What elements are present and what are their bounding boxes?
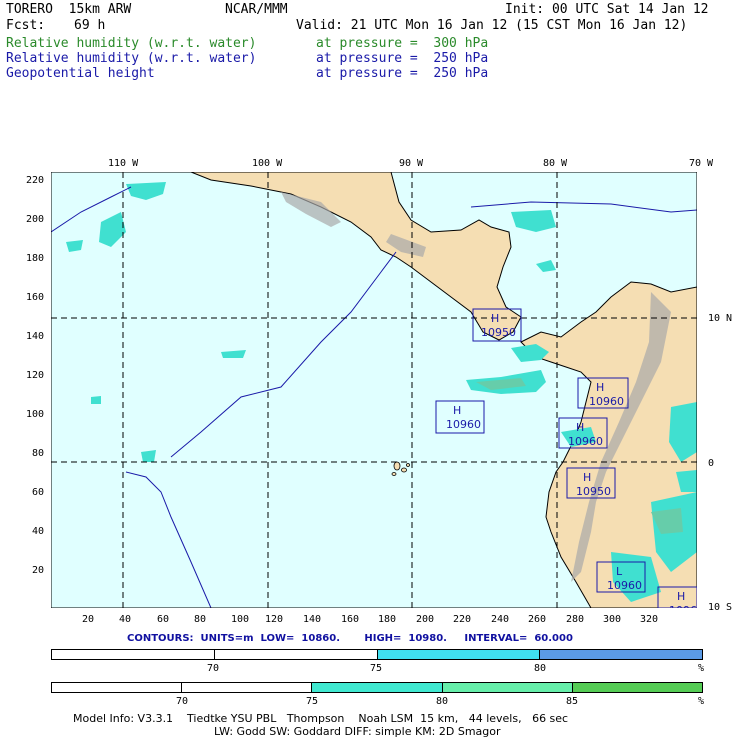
x-tick: 80 [194,614,207,625]
colorbar-label: 85 [566,696,579,707]
colorbar-unit: % [698,663,705,674]
colorbar-label: 80 [534,663,547,674]
colorbar-segment [214,650,378,659]
map-canvas [51,172,697,608]
physics-info: LW: Godd SW: Goddard DIFF: simple KM: 2D… [214,725,501,738]
x-tick: 120 [265,614,284,625]
x-tick: 60 [157,614,170,625]
contours-info: CONTOURS: UNITS=m LOW= 10860. HIGH= 1098… [127,633,573,644]
colorbar-segment [312,683,443,692]
x-tick: 180 [378,614,397,625]
colorbar-label: 70 [207,663,220,674]
y-tick: 220 [26,175,45,186]
model-info: Model Info: V3.3.1 Tiedtke YSU PBL Thomp… [73,712,569,725]
colorbar-label: 80 [436,696,449,707]
lon-label-110w: 110 W [108,158,139,169]
lon-label-100w: 100 W [252,158,283,169]
colorbar-label: 70 [176,696,189,707]
lon-label-70w: 70 W [689,158,714,169]
field-1-level: at pressure = 300 hPa [316,36,489,51]
field-2-level: at pressure = 250 hPa [316,51,489,66]
x-tick: 100 [231,614,250,625]
x-tick: 220 [453,614,472,625]
lon-label-90w: 90 W [399,158,424,169]
y-tick: 100 [26,409,45,420]
x-tick: 140 [303,614,322,625]
y-tick: 40 [32,526,45,537]
x-tick: 320 [640,614,659,625]
x-tick: 160 [341,614,360,625]
colorbar-segment [572,683,703,692]
x-tick: 20 [82,614,95,625]
field-1-name: Relative humidity (w.r.t. water) [6,36,257,51]
forecast-label: Fcst: [6,18,46,33]
x-tick: 280 [566,614,585,625]
field-3-level: at pressure = 250 hPa [316,66,489,81]
colorbar-segment [182,683,313,692]
lat-label-10n: 10 N [708,313,733,324]
x-tick: 260 [528,614,547,625]
y-tick: 160 [26,292,45,303]
valid-time: Valid: 21 UTC Mon 16 Jan 12 (15 CST Mon … [296,18,688,33]
y-tick: 60 [32,487,45,498]
colorbar-segment [377,650,541,659]
organization-label: NCAR/MMM [225,2,288,17]
forecast-map: H 10950 H 10960 H 10960 H 10960 H 10950 … [51,172,697,608]
colorbar-segment [442,683,573,692]
colorbar-segment [52,650,215,659]
lat-label-0: 0 [708,458,715,469]
colorbar-rh250 [51,649,703,660]
field-3-name: Geopotential height [6,66,155,81]
colorbar-unit: % [698,696,705,707]
model-title: TORERO 15km ARW [6,2,132,17]
y-tick: 80 [32,448,45,459]
x-tick: 240 [491,614,510,625]
x-tick: 300 [603,614,622,625]
x-tick: 40 [119,614,132,625]
y-tick: 20 [32,565,45,576]
init-time: Init: 00 UTC Sat 14 Jan 12 [505,2,709,17]
lat-label-10s: 10 S [708,602,733,613]
lon-label-80w: 80 W [543,158,568,169]
y-tick: 120 [26,370,45,381]
colorbar-segment [540,650,702,659]
colorbar-label: 75 [306,696,319,707]
colorbar-rh300 [51,682,703,693]
y-tick: 200 [26,214,45,225]
forecast-hour: 69 h [74,18,106,33]
colorbar-label: 75 [370,663,383,674]
y-tick: 140 [26,331,45,342]
y-tick: 180 [26,253,45,264]
x-tick: 200 [416,614,435,625]
field-2-name: Relative humidity (w.r.t. water) [6,51,257,66]
colorbar-segment [52,683,183,692]
